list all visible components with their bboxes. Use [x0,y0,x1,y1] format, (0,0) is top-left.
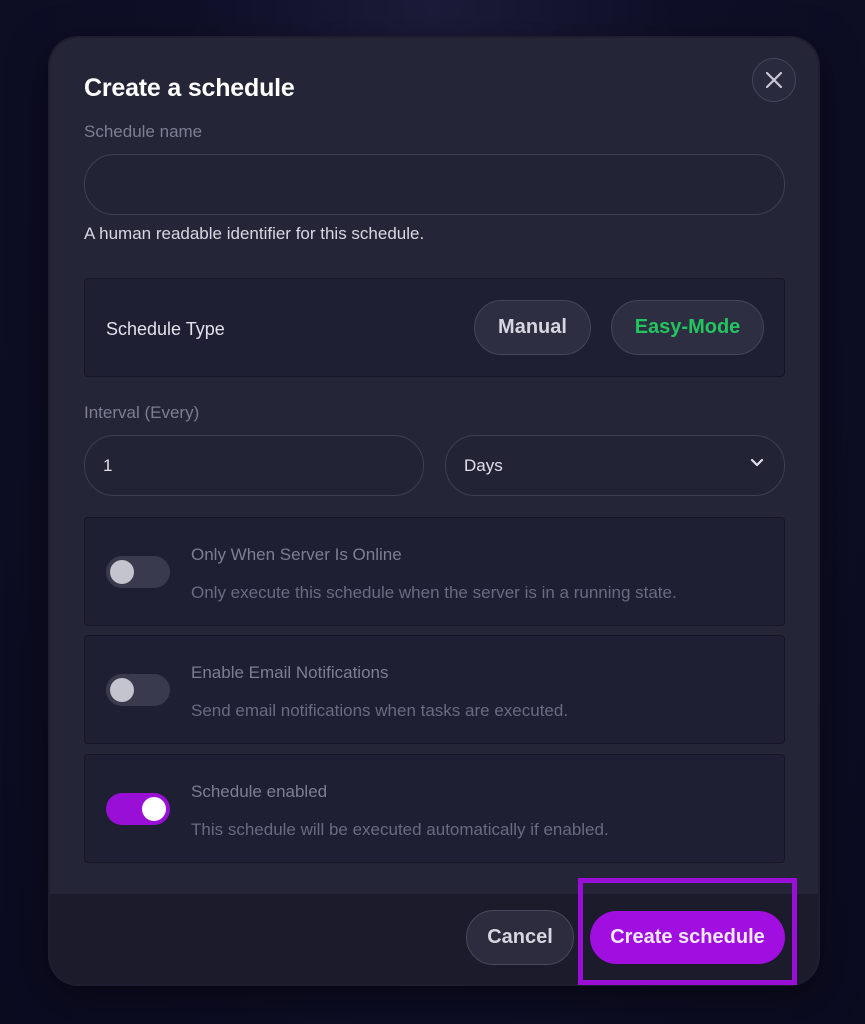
schedule-enabled-toggle[interactable] [106,793,170,825]
cancel-button[interactable]: Cancel [466,910,574,965]
option-description: This schedule will be executed automatic… [191,820,609,839]
email-notifications-toggle[interactable] [106,674,170,706]
server-online-toggle[interactable] [106,556,170,588]
toggle-knob [142,797,166,821]
schedule-name-label: Schedule name [84,122,203,141]
schedule-name-input[interactable] [84,154,785,215]
option-description: Send email notifications when tasks are … [191,701,569,720]
create-schedule-button[interactable]: Create schedule [590,911,785,964]
option-title: Only When Server Is Online [191,545,402,564]
toggle-knob [110,560,134,584]
schedule-type-easy-mode-button[interactable]: Easy-Mode [611,300,764,355]
option-card-schedule-enabled: Schedule enabled This schedule will be e… [84,754,785,863]
interval-input[interactable] [84,435,424,496]
create-schedule-dialog: Create a schedule Schedule name A human … [50,38,818,984]
interval-label: Interval (Every) [84,403,200,422]
schedule-type-card: Schedule Type Manual Easy-Mode [84,278,785,377]
option-card-server-online: Only When Server Is Online Only execute … [84,517,785,626]
dialog-title: Create a schedule [84,74,295,102]
option-title: Schedule enabled [191,782,328,801]
interval-unit-select[interactable]: Days [445,435,785,496]
option-card-email-notifications: Enable Email Notifications Send email no… [84,635,785,744]
close-button[interactable] [752,58,796,102]
schedule-type-manual-button[interactable]: Manual [474,300,591,355]
interval-unit-value: Days [464,455,503,475]
chevron-down-icon [750,458,764,467]
option-title: Enable Email Notifications [191,663,389,682]
close-icon [765,71,783,89]
schedule-name-helper: A human readable identifier for this sch… [84,224,425,243]
schedule-type-label: Schedule Type [106,319,225,339]
option-description: Only execute this schedule when the serv… [191,583,677,602]
toggle-knob [110,678,134,702]
